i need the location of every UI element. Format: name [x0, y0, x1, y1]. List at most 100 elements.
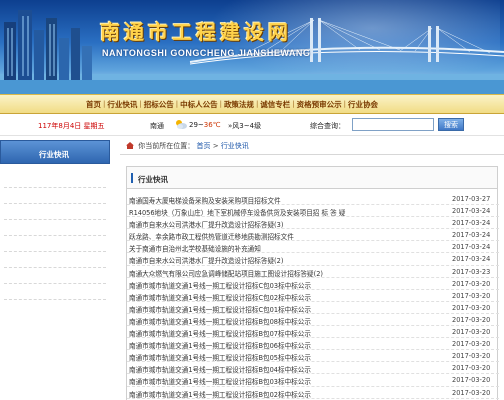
breadcrumb-prefix: 你当前所在位置： — [138, 142, 195, 150]
news-row: 南通市城市轨道交通1号线一期工程设计招标C包03标中标公示 2017-03-20 — [127, 278, 499, 290]
news-date: 2017-03-20 — [452, 315, 491, 324]
news-title-link[interactable]: 南通市城市轨道交通1号线一期工程设计招标B包03标中标公示 — [129, 376, 447, 386]
search-input[interactable] — [352, 118, 434, 131]
search-label: 综合查询： — [310, 122, 345, 130]
news-row: 南通市自来水公司洪港水厂提升改造设计招标答疑(3) 2017-03-24 — [127, 217, 499, 230]
nav-separator: | — [175, 100, 179, 108]
news-date: 2017-03-20 — [452, 291, 491, 300]
nav-home[interactable]: 首页 — [86, 99, 101, 110]
news-date: 2017-03-20 — [452, 279, 491, 288]
news-row: 南通市城市轨道交通1号线一期工程设计招标B包04标中标公示 2017-03-20 — [127, 362, 499, 375]
sidebar-row — [4, 268, 106, 284]
breadcrumb: 你当前所在位置： 首页 > 行业快讯 — [126, 141, 249, 151]
nav-tender-notice[interactable]: 招标公告 — [144, 99, 174, 110]
news-panel-header: 行业快讯 — [127, 167, 497, 189]
news-date: 2017-03-27 — [452, 195, 491, 203]
news-date: 2017-03-20 — [452, 340, 491, 349]
breadcrumb-home[interactable]: 首页 — [196, 142, 210, 150]
nav-association[interactable]: 行业协会 — [348, 99, 378, 110]
news-title-link[interactable]: 跃龙路、幸余路市政工程供热管道迁移地质勘测招标文件 — [129, 231, 447, 241]
header-accent-bar — [131, 173, 133, 183]
site-subtitle: NANTONGSHI GONGCHENG JIANSHEWANG — [102, 48, 311, 58]
nav-separator: | — [219, 100, 222, 108]
breadcrumb-current[interactable]: 行业快讯 — [221, 142, 249, 150]
news-date: 2017-03-20 — [452, 352, 491, 361]
news-row: 南通市城市轨道交通1号线一期工程设计招标B包02标中标公示 2017-03-20 — [127, 387, 499, 399]
news-date: 2017-03-20 — [452, 303, 491, 312]
news-title-link[interactable]: 南通市城市轨道交通1号线一期工程设计招标C包02标中标公示 — [129, 292, 447, 302]
news-row: 关于南通市自治州北学校基础设施的补充通知 2017-03-24 — [127, 241, 499, 254]
wind-text: 风3~4级 — [232, 122, 262, 130]
news-row: 南通市城市轨道交通1号线一期工程设计招标B包08标中标公示 2017-03-20 — [127, 314, 499, 327]
wind-info: »风3~4级 — [228, 121, 261, 131]
news-title-link[interactable]: 南通市城市轨道交通1号线一期工程设计招标B包08标中标公示 — [129, 316, 447, 326]
site-title: 南通市工程建设网 — [100, 20, 292, 44]
news-row: 南通市城市轨道交通1号线一期工程设计招标B包06标中标公示 2017-03-20 — [127, 338, 499, 351]
news-row: 南通市城市轨道交通1号线一期工程设计招标B包05标中标公示 2017-03-20 — [127, 350, 499, 363]
news-title-link[interactable]: 南通市城市轨道交通1号线一期工程设计招标B包02标中标公示 — [129, 389, 447, 399]
nav-separator: | — [343, 100, 347, 108]
sidebar-row — [4, 220, 106, 236]
search-button[interactable]: 搜索 — [438, 118, 464, 131]
news-row: 南通大众燃气有限公司应急调峰储配站项目施工图设计招标答疑(2) 2017-03-2… — [127, 266, 499, 278]
divider — [120, 154, 504, 155]
sidebar-row — [4, 204, 106, 220]
news-title-link[interactable]: 南通大众燃气有限公司应急调峰储配站项目施工图设计招标答疑(2) — [129, 268, 447, 278]
sidebar-list — [4, 172, 106, 300]
news-panel-title: 行业快讯 — [138, 175, 168, 184]
sidebar-row — [4, 172, 106, 188]
news-row: 南通市城市轨道交通1号线一期工程设计招标B包03标中标公示 2017-03-20 — [127, 374, 499, 387]
sidebar-row — [4, 252, 106, 268]
news-date: 2017-03-20 — [452, 364, 491, 373]
news-date: 2017-03-20 — [452, 328, 491, 337]
sidebar-title: 行业快讯 — [39, 150, 69, 159]
main-content: 你当前所在位置： 首页 > 行业快讯 行业快讯 南通国寿大厦电梯设备采购及安装采… — [120, 136, 504, 400]
temp-low: 29~ — [189, 121, 204, 129]
breadcrumb-sep: > — [212, 142, 219, 150]
sidebar: 行业快讯 — [0, 136, 110, 400]
news-title-link[interactable]: 南通市自来水公司洪港水厂提升改造设计招标答疑(3) — [129, 219, 447, 229]
news-date: 2017-03-20 — [452, 388, 491, 397]
news-date: 2017-03-20 — [452, 376, 491, 385]
news-row: 跃龙路、幸余路市政工程供热管道迁移地质勘测招标文件 2017-03-24 — [127, 229, 499, 242]
nav-separator: | — [139, 100, 142, 108]
news-title-link[interactable]: 南通市城市轨道交通1号线一期工程设计招标B包04标中标公示 — [129, 364, 447, 374]
home-icon — [126, 142, 134, 149]
news-row: 南通市自来水公司洪港水厂提升改造设计招标答疑(2) 2017-03-24 — [127, 253, 499, 266]
nav-prequal[interactable]: 资格预审公示 — [297, 99, 342, 110]
sidebar-row — [4, 236, 106, 252]
nav-separator: | — [292, 100, 295, 108]
nav-credit[interactable]: 诚信专栏 — [260, 99, 290, 110]
sidebar-row — [4, 188, 106, 204]
news-panel: 行业快讯 南通国寿大厦电梯设备采购及安装采购项目招标文件 2017-03-27 R1… — [126, 166, 499, 400]
news-title-link[interactable]: 南通市城市轨道交通1号线一期工程设计招标B包07标中标公示 — [129, 328, 447, 338]
news-row: 南通市城市轨道交通1号线一期工程设计招标C包02标中标公示 2017-03-20 — [127, 290, 499, 302]
nav-policy[interactable]: 政策法规 — [224, 99, 254, 110]
info-bar: 117年8月4日 星期五 南通 29~36℃ »风3~4级 综合查询： 搜索 — [0, 114, 504, 136]
sidebar-row — [4, 284, 106, 300]
news-title-link[interactable]: R14056地块（万象山庄）地下室机械停车设备供货及安装项目招 标 答 疑 — [129, 207, 447, 217]
news-title-link[interactable]: 关于南通市自治州北学校基础设施的补充通知 — [129, 243, 447, 253]
temp-high: 36℃ — [203, 121, 221, 129]
news-list: 南通国寿大厦电梯设备采购及安装采购项目招标文件 2017-03-27 R14056地… — [127, 193, 499, 400]
news-title-link[interactable]: 南通市城市轨道交通1号线一期工程设计招标B包05标中标公示 — [129, 352, 447, 362]
nav-winner-notice[interactable]: 中标人公告 — [180, 99, 218, 110]
news-title-link[interactable]: 南通市城市轨道交通1号线一期工程设计招标B包06标中标公示 — [129, 340, 447, 350]
news-title-link[interactable]: 南通市自来水公司洪港水厂提升改造设计招标答疑(2) — [129, 255, 447, 265]
news-title-link[interactable]: 南通国寿大厦电梯设备采购及安装采购项目招标文件 — [129, 195, 447, 205]
nav-separator: | — [255, 100, 259, 108]
cloud-sun-icon — [176, 120, 187, 129]
temperature: 29~36℃ — [189, 121, 221, 129]
nav-separator: | — [103, 100, 106, 108]
current-date: 117年8月4日 星期五 — [38, 122, 105, 130]
news-row: 南通国寿大厦电梯设备采购及安装采购项目招标文件 2017-03-27 — [127, 193, 499, 206]
news-row: 南通市城市轨道交通1号线一期工程设计招标B包07标中标公示 2017-03-20 — [127, 326, 499, 339]
nav-industry-news[interactable]: 行业快讯 — [107, 99, 137, 110]
news-title-link[interactable]: 南通市城市轨道交通1号线一期工程设计招标C包03标中标公示 — [129, 280, 447, 290]
main-nav: 首页 | 行业快讯 | 招标公告 | 中标人公告 | 政策法规 | 诚信专栏 |… — [0, 94, 504, 114]
news-date: 2017-03-24 — [452, 243, 491, 252]
news-row: R14056地块（万象山庄）地下室机械停车设备供货及安装项目招 标 答 疑 201… — [127, 205, 499, 218]
weather-city: 南通 — [150, 122, 164, 130]
site-banner: 南通市工程建设网 NANTONGSHI GONGCHENG JIANSHEWAN… — [0, 0, 504, 94]
news-title-link[interactable]: 南通市城市轨道交通1号线一期工程设计招标C包01标中标公示 — [129, 304, 447, 314]
